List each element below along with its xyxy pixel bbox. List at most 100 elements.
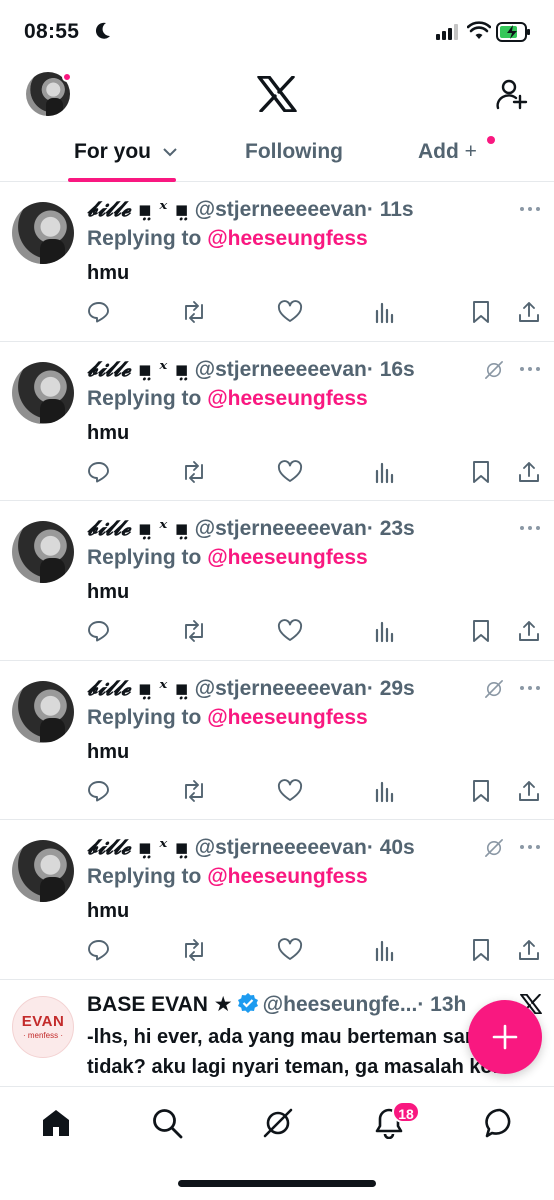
share-icon[interactable] [517,619,541,648]
replying-to: Replying to @heeseungfess [87,546,368,570]
avatar[interactable] [12,361,74,424]
display-name[interactable]: BASE EVAN ★ [87,993,233,1016]
bookmark-icon[interactable] [470,619,492,648]
mention-link[interactable]: @heeseungfess [207,706,368,729]
reply-icon[interactable] [87,938,111,967]
more-options-icon[interactable] [519,844,541,850]
like-icon[interactable] [277,938,303,967]
mention-link[interactable]: @heeseungfess [207,227,368,250]
grok-icon[interactable] [262,1107,294,1139]
grok-icon[interactable] [484,838,504,858]
tweet-text: hmu [87,740,130,763]
replying-to: Replying to @heeseungfess [87,706,368,730]
retweet-icon[interactable] [181,779,207,808]
views-icon[interactable] [373,938,397,967]
grok-icon[interactable] [484,360,504,380]
replying-label: Replying to [87,705,202,729]
retweet-icon[interactable] [181,300,207,329]
retweet-icon[interactable] [181,619,207,648]
display-name[interactable]: 𝓫𝓲𝓵𝓵𝓮 ▪̤ ˣ ▪̤ [87,834,189,859]
tab-add[interactable]: Add + [418,140,477,164]
messages-icon[interactable] [484,1107,516,1139]
mention-link[interactable]: @heeseungfess [207,865,368,888]
display-name[interactable]: 𝓫𝓲𝓵𝓵𝓮 ▪̤ ˣ ▪̤ [87,196,189,221]
timestamp: · 40s [366,836,415,859]
tweet[interactable]: 𝓫𝓲𝓵𝓵𝓮 ▪̤ ˣ ▪̤ @stjerneeeeevan· 40s Replyi… [0,820,554,980]
tweet-actions [0,300,554,326]
reply-icon[interactable] [87,619,111,648]
reply-icon[interactable] [87,300,111,329]
bookmark-icon[interactable] [470,938,492,967]
wifi-icon [467,21,491,39]
tweet-actions [0,778,554,808]
like-icon[interactable] [277,778,303,808]
views-icon[interactable] [373,300,397,329]
notification-dot [62,72,72,82]
handle[interactable]: @stjerneeeeevan [195,198,367,221]
mention-link[interactable]: @heeseungfess [207,387,368,410]
handle[interactable]: @stjerneeeeevan [195,517,367,540]
avatar[interactable]: EVAN · menfess · [12,995,74,1058]
status-bar: 08:55 [0,0,554,66]
reply-icon[interactable] [87,460,111,489]
like-icon[interactable] [277,459,303,489]
chevron-down-icon [163,148,177,157]
tab-label: For you [74,140,151,163]
avatar[interactable] [12,521,74,583]
more-options-icon[interactable] [519,685,541,691]
tweet[interactable]: 𝓫𝓲𝓵𝓵𝓮 ▪̤ ˣ ▪̤ @stjerneeeeevan· 16s Replyi… [0,342,554,501]
views-icon[interactable] [373,779,397,808]
views-icon[interactable] [373,619,397,648]
more-options-icon[interactable] [519,525,541,531]
x-logo-icon[interactable] [257,76,297,112]
display-name[interactable]: 𝓫𝓲𝓵𝓵𝓮 ▪̤ ˣ ▪̤ [87,515,189,540]
avatar[interactable] [12,680,74,743]
avatar[interactable] [12,202,74,264]
mention-link[interactable]: @heeseungfess [207,546,368,569]
bookmark-icon[interactable] [470,779,492,808]
share-icon[interactable] [517,300,541,329]
handle[interactable]: @stjerneeeeevan [195,677,367,700]
tab-following[interactable]: Following [245,140,343,164]
tweet[interactable]: 𝓫𝓲𝓵𝓵𝓮 ▪̤ ˣ ▪̤ @stjerneeeeevan· 23s Replyi… [0,501,554,661]
replying-label: Replying to [87,386,202,410]
retweet-icon[interactable] [181,938,207,967]
tweet[interactable]: 𝓫𝓲𝓵𝓵𝓮 ▪̤ ˣ ▪̤ @stjerneeeeevan· 11s Replyi… [0,182,554,342]
bookmark-icon[interactable] [470,460,492,489]
tab-for-you[interactable]: For you [74,140,177,164]
tweet-header: 𝓫𝓲𝓵𝓵𝓮 ▪̤ ˣ ▪̤ @stjerneeeeevan· 23s [87,515,415,541]
share-icon[interactable] [517,938,541,967]
avatar-logo-text: EVAN [21,1013,65,1030]
retweet-icon[interactable] [181,460,207,489]
more-options-icon[interactable] [519,366,541,372]
add-user-icon[interactable] [496,78,528,110]
home-icon[interactable] [40,1107,72,1139]
compose-button[interactable] [468,1000,542,1074]
tweet-text: hmu [87,421,130,444]
share-icon[interactable] [517,460,541,489]
like-icon[interactable] [277,619,303,648]
avatar-logo-subtext: · menfess · [22,1031,63,1040]
bookmark-icon[interactable] [470,300,492,329]
search-icon[interactable] [151,1107,183,1139]
share-icon[interactable] [517,779,541,808]
timestamp: · 29s [366,676,415,700]
tab-label: Following [245,140,343,163]
handle[interactable]: @stjerneeeeevan [195,358,367,381]
display-name[interactable]: 𝓫𝓲𝓵𝓵𝓮 ▪̤ ˣ ▪̤ [87,675,189,700]
handle[interactable]: @heeseungfe... [263,993,418,1016]
replying-label: Replying to [87,227,202,250]
display-name[interactable]: 𝓫𝓲𝓵𝓵𝓮 ▪̤ ˣ ▪̤ [87,356,189,381]
more-options-icon[interactable] [519,206,541,212]
avatar[interactable] [12,840,74,902]
profile-avatar-button[interactable] [26,72,72,116]
views-icon[interactable] [373,460,397,489]
tab-label: Add [418,140,459,163]
like-icon[interactable] [277,300,303,329]
handle[interactable]: @stjerneeeeevan [195,836,367,859]
grok-icon[interactable] [484,679,504,699]
replying-to: Replying to @heeseungfess [87,227,368,251]
reply-icon[interactable] [87,779,111,808]
tweet[interactable]: 𝓫𝓲𝓵𝓵𝓮 ▪̤ ˣ ▪̤ @stjerneeeeevan· 29s Replyi… [0,661,554,820]
timestamp: · 16s [366,357,415,381]
